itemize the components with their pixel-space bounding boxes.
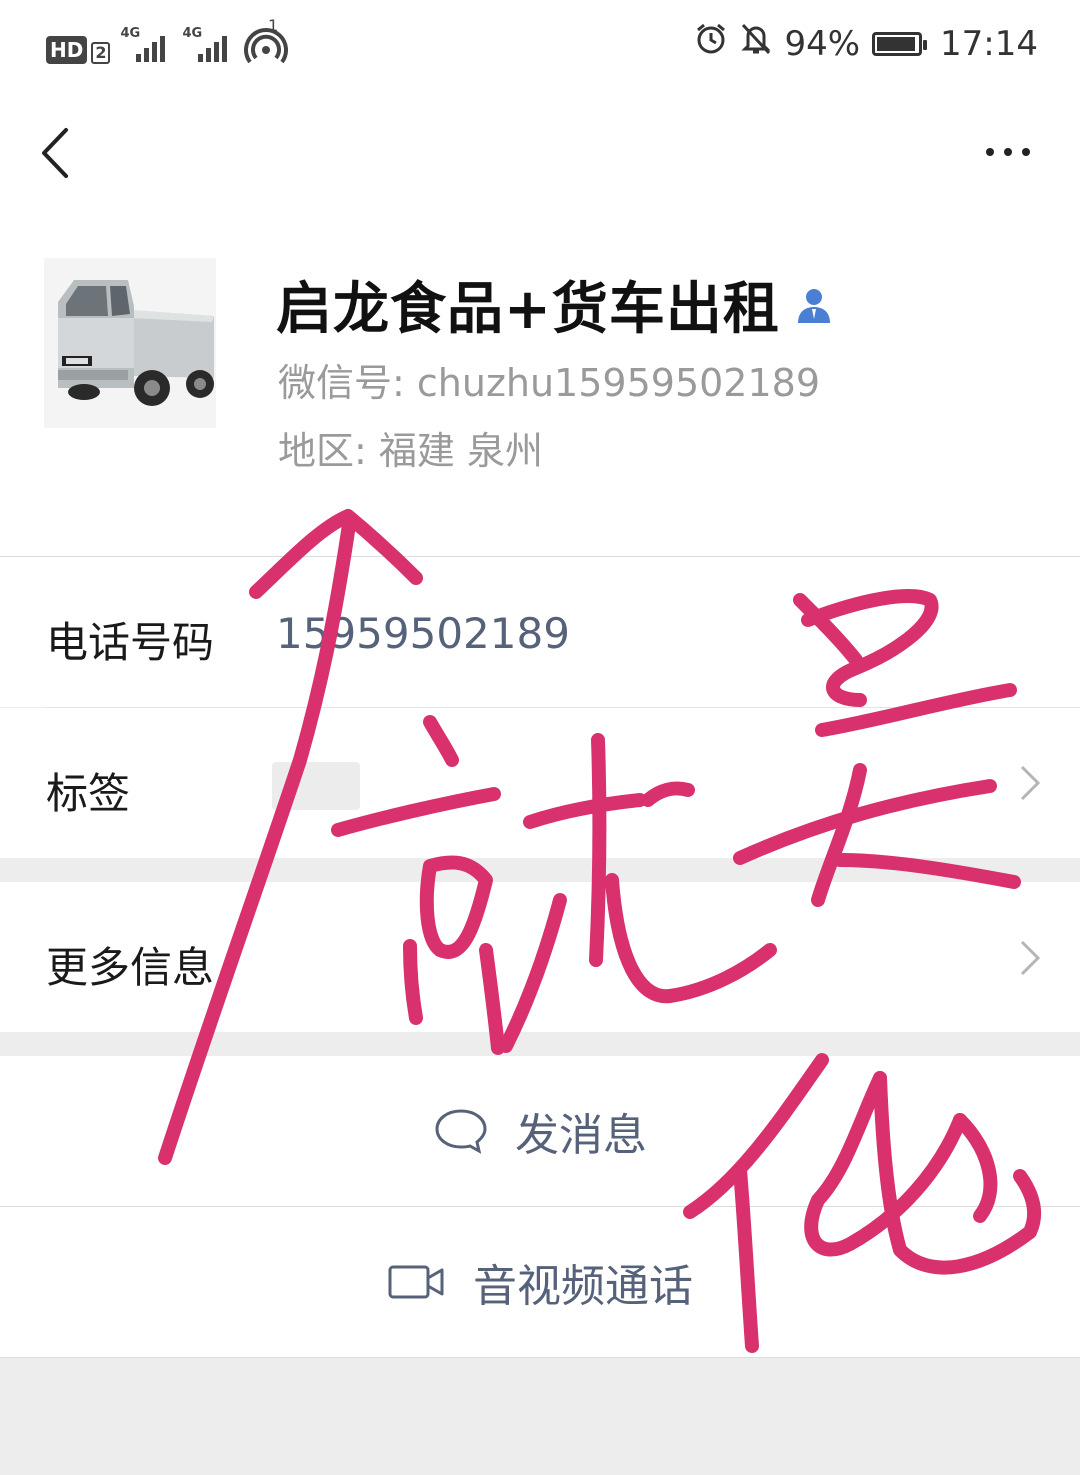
- contact-person-icon: [797, 288, 830, 323]
- hotspot-icon: [244, 24, 289, 64]
- truck-avatar-image: [44, 258, 216, 428]
- mute-icon: [740, 22, 772, 65]
- region: 地区: 福建 泉州: [278, 429, 543, 473]
- chevron-right-icon: [1020, 765, 1041, 801]
- phone-label: 电话号码: [46, 618, 215, 667]
- tags-label: 标签: [46, 769, 131, 818]
- status-left-group: HD 2 4G 4G: [46, 20, 289, 64]
- more-info-row[interactable]: 更多信息: [0, 882, 1080, 1032]
- divider: [0, 1357, 1080, 1358]
- phone-number-link[interactable]: 15959502189: [276, 609, 570, 658]
- more-dots-icon: [986, 148, 1030, 156]
- wechat-id: 微信号: chuzhu15959502189: [278, 361, 821, 405]
- contact-name: 启龙食品+货车出租: [276, 277, 780, 342]
- clock: 17:14: [940, 23, 1038, 64]
- profile-header: 启龙食品+货车出租 微信号: chuzhu15959502189 地区: 福建 …: [0, 218, 1080, 556]
- avatar[interactable]: [44, 258, 216, 428]
- chevron-left-icon: [42, 128, 68, 178]
- chat-bubble-icon: [435, 1109, 487, 1154]
- hd-sim-badge: 2: [91, 42, 111, 64]
- battery-percent: 94%: [784, 23, 861, 64]
- more-options-button[interactable]: [980, 132, 1040, 172]
- navigation-bar: [0, 88, 1080, 218]
- chevron-right-icon: [1020, 940, 1041, 976]
- video-call-label: 音视频通话: [473, 1261, 693, 1312]
- hotspot-count: 1: [268, 16, 279, 35]
- send-message-label: 发消息: [515, 1110, 647, 1161]
- signal-strength-icon-2: 4G: [182, 26, 234, 64]
- tag-chip: [272, 762, 360, 810]
- signal-strength-icon: 4G: [120, 26, 172, 64]
- status-right-group: 94% 17:14: [694, 22, 1038, 65]
- video-camera-icon: [388, 1265, 444, 1299]
- tags-row[interactable]: 标签: [0, 708, 1080, 858]
- hd-badge: HD: [46, 36, 88, 64]
- alarm-icon: [694, 22, 728, 65]
- status-bar: HD 2 4G 4G 1 94% 17:14: [0, 0, 1080, 88]
- more-info-label: 更多信息: [46, 943, 215, 992]
- battery-icon: [872, 31, 928, 56]
- phone-row[interactable]: 电话号码 15959502189: [0, 557, 1080, 707]
- video-call-button[interactable]: 音视频通话: [0, 1207, 1080, 1357]
- profile-name-row: 启龙食品+货车出租: [276, 264, 836, 345]
- battery-fill: [877, 36, 916, 51]
- contact-profile-page: HD 2 4G 4G 1 94% 17:14 启龙食品+货车出租 微信号: ch…: [0, 0, 1080, 1475]
- back-button[interactable]: [30, 116, 90, 186]
- send-message-button[interactable]: 发消息: [0, 1056, 1080, 1206]
